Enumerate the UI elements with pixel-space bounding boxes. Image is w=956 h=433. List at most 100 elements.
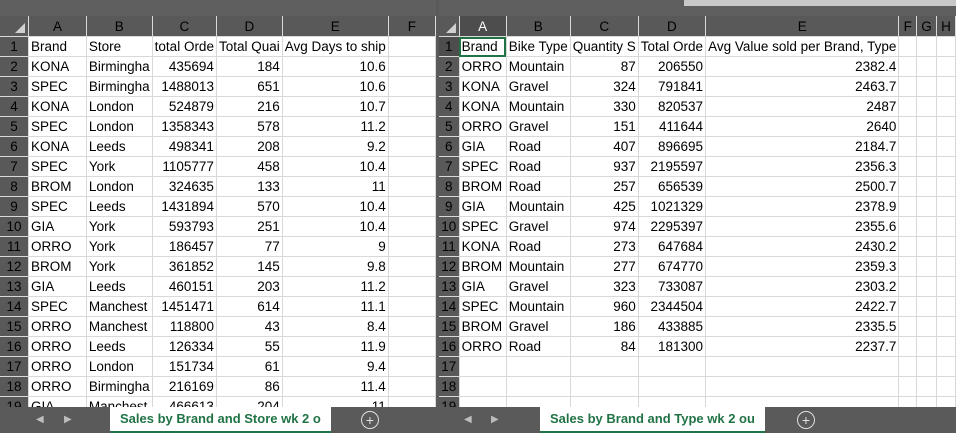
cell-c10[interactable]: 974: [570, 216, 639, 237]
row-header[interactable]: 3: [0, 76, 30, 97]
cell-f19[interactable]: [898, 396, 918, 407]
cell-f2[interactable]: [898, 56, 918, 77]
cell-c14[interactable]: 960: [570, 296, 639, 317]
cell-g14[interactable]: [916, 296, 937, 317]
row-header[interactable]: 11: [0, 236, 30, 257]
plus-circle-icon[interactable]: +: [797, 411, 815, 429]
cell-c15[interactable]: 118800: [152, 316, 217, 337]
cell-b13[interactable]: Gravel: [506, 276, 571, 297]
row-header[interactable]: 2: [439, 56, 460, 77]
cell-e19[interactable]: 11: [282, 396, 389, 407]
cell-b12[interactable]: Mountain: [506, 256, 571, 277]
cell-e2[interactable]: 10.6: [282, 56, 389, 77]
cell-b8[interactable]: Road: [506, 176, 571, 197]
cell-d7[interactable]: 2195597: [638, 156, 707, 177]
cell-g12[interactable]: [916, 256, 937, 277]
cell-d6[interactable]: 896695: [638, 136, 707, 157]
cell-e18[interactable]: 11.4: [282, 376, 389, 397]
cell-d18[interactable]: 86: [216, 376, 283, 397]
cell-b5[interactable]: London: [86, 116, 153, 137]
cell-h9[interactable]: [936, 196, 956, 217]
cell-a17[interactable]: [459, 356, 507, 377]
cell-b11[interactable]: Road: [506, 236, 571, 257]
cell-h18[interactable]: [936, 376, 956, 397]
cell-g19[interactable]: [916, 396, 937, 407]
cell-e16[interactable]: 11.9: [282, 336, 389, 357]
cell-c17[interactable]: 151734: [152, 356, 217, 377]
row-header[interactable]: 2: [0, 56, 30, 77]
cell-c3[interactable]: 324: [570, 76, 639, 97]
cell-h15[interactable]: [936, 316, 956, 337]
cell-e7[interactable]: 2356.3: [705, 156, 900, 177]
cell-a2[interactable]: KONA: [28, 56, 87, 77]
row-header[interactable]: 3: [439, 76, 460, 97]
cell-h5[interactable]: [936, 116, 956, 137]
cell-d14[interactable]: 2344504: [638, 296, 707, 317]
cell-a19[interactable]: [459, 396, 507, 407]
cell-f9[interactable]: [388, 196, 436, 217]
cell-b9[interactable]: Leeds: [86, 196, 153, 217]
cell-h16[interactable]: [936, 336, 956, 357]
column-header-h[interactable]: H: [936, 16, 956, 37]
cell-c8[interactable]: 324635: [152, 176, 217, 197]
row-header[interactable]: 4: [439, 96, 460, 117]
cell-b2[interactable]: Mountain: [506, 56, 571, 77]
cell-d9[interactable]: 570: [216, 196, 283, 217]
cell-d10[interactable]: 2295397: [638, 216, 707, 237]
cell-e12[interactable]: 2359.3: [705, 256, 900, 277]
cell-b4[interactable]: Mountain: [506, 96, 571, 117]
cell-f18[interactable]: [898, 376, 918, 397]
cell-b6[interactable]: Leeds: [86, 136, 153, 157]
column-header-a[interactable]: A: [459, 16, 507, 37]
cell-e4[interactable]: 10.7: [282, 96, 389, 117]
cell-f10[interactable]: [388, 216, 436, 237]
cell-e1[interactable]: Avg Value sold per Brand, Type: [705, 36, 900, 57]
cell-e19[interactable]: [705, 396, 900, 407]
cell-b3[interactable]: Gravel: [506, 76, 571, 97]
cell-g16[interactable]: [916, 336, 937, 357]
row-header[interactable]: 5: [0, 116, 30, 137]
cell-c6[interactable]: 498341: [152, 136, 217, 157]
cell-c19[interactable]: 466613: [152, 396, 217, 407]
row-header[interactable]: 10: [0, 216, 30, 237]
cell-c10[interactable]: 593793: [152, 216, 217, 237]
column-header-a[interactable]: A: [28, 16, 87, 37]
cell-e16[interactable]: 2237.7: [705, 336, 900, 357]
column-header-g[interactable]: G: [916, 16, 937, 37]
cell-f11[interactable]: [898, 236, 918, 257]
row-header[interactable]: 13: [439, 276, 460, 297]
cell-a16[interactable]: ORRO: [28, 336, 87, 357]
cell-g5[interactable]: [916, 116, 937, 137]
cell-a1[interactable]: Brand: [28, 36, 87, 57]
cell-b14[interactable]: Manchest: [86, 296, 153, 317]
row-header[interactable]: 7: [439, 156, 460, 177]
cell-b19[interactable]: [506, 396, 571, 407]
cell-g15[interactable]: [916, 316, 937, 337]
cell-e8[interactable]: 11: [282, 176, 389, 197]
cell-c5[interactable]: 151: [570, 116, 639, 137]
cell-a9[interactable]: GIA: [459, 196, 507, 217]
cell-d8[interactable]: 656539: [638, 176, 707, 197]
cell-f7[interactable]: [388, 156, 436, 177]
cell-a11[interactable]: ORRO: [28, 236, 87, 257]
cell-f3[interactable]: [898, 76, 918, 97]
row-header[interactable]: 12: [439, 256, 460, 277]
cell-f17[interactable]: [898, 356, 918, 377]
cell-d16[interactable]: 55: [216, 336, 283, 357]
row-header[interactable]: 14: [0, 296, 30, 317]
cell-e15[interactable]: 8.4: [282, 316, 389, 337]
cell-e10[interactable]: 2355.6: [705, 216, 900, 237]
cell-d15[interactable]: 43: [216, 316, 283, 337]
cell-d15[interactable]: 433885: [638, 316, 707, 337]
cell-a17[interactable]: ORRO: [28, 356, 87, 377]
cell-a11[interactable]: KONA: [459, 236, 507, 257]
cell-c19[interactable]: [570, 396, 639, 407]
cell-d8[interactable]: 133: [216, 176, 283, 197]
cell-c16[interactable]: 126334: [152, 336, 217, 357]
cell-e14[interactable]: 2422.7: [705, 296, 900, 317]
column-header-d[interactable]: D: [216, 16, 283, 37]
cell-f6[interactable]: [898, 136, 918, 157]
cell-e12[interactable]: 9.8: [282, 256, 389, 277]
cell-a16[interactable]: ORRO: [459, 336, 507, 357]
cell-a18[interactable]: ORRO: [28, 376, 87, 397]
